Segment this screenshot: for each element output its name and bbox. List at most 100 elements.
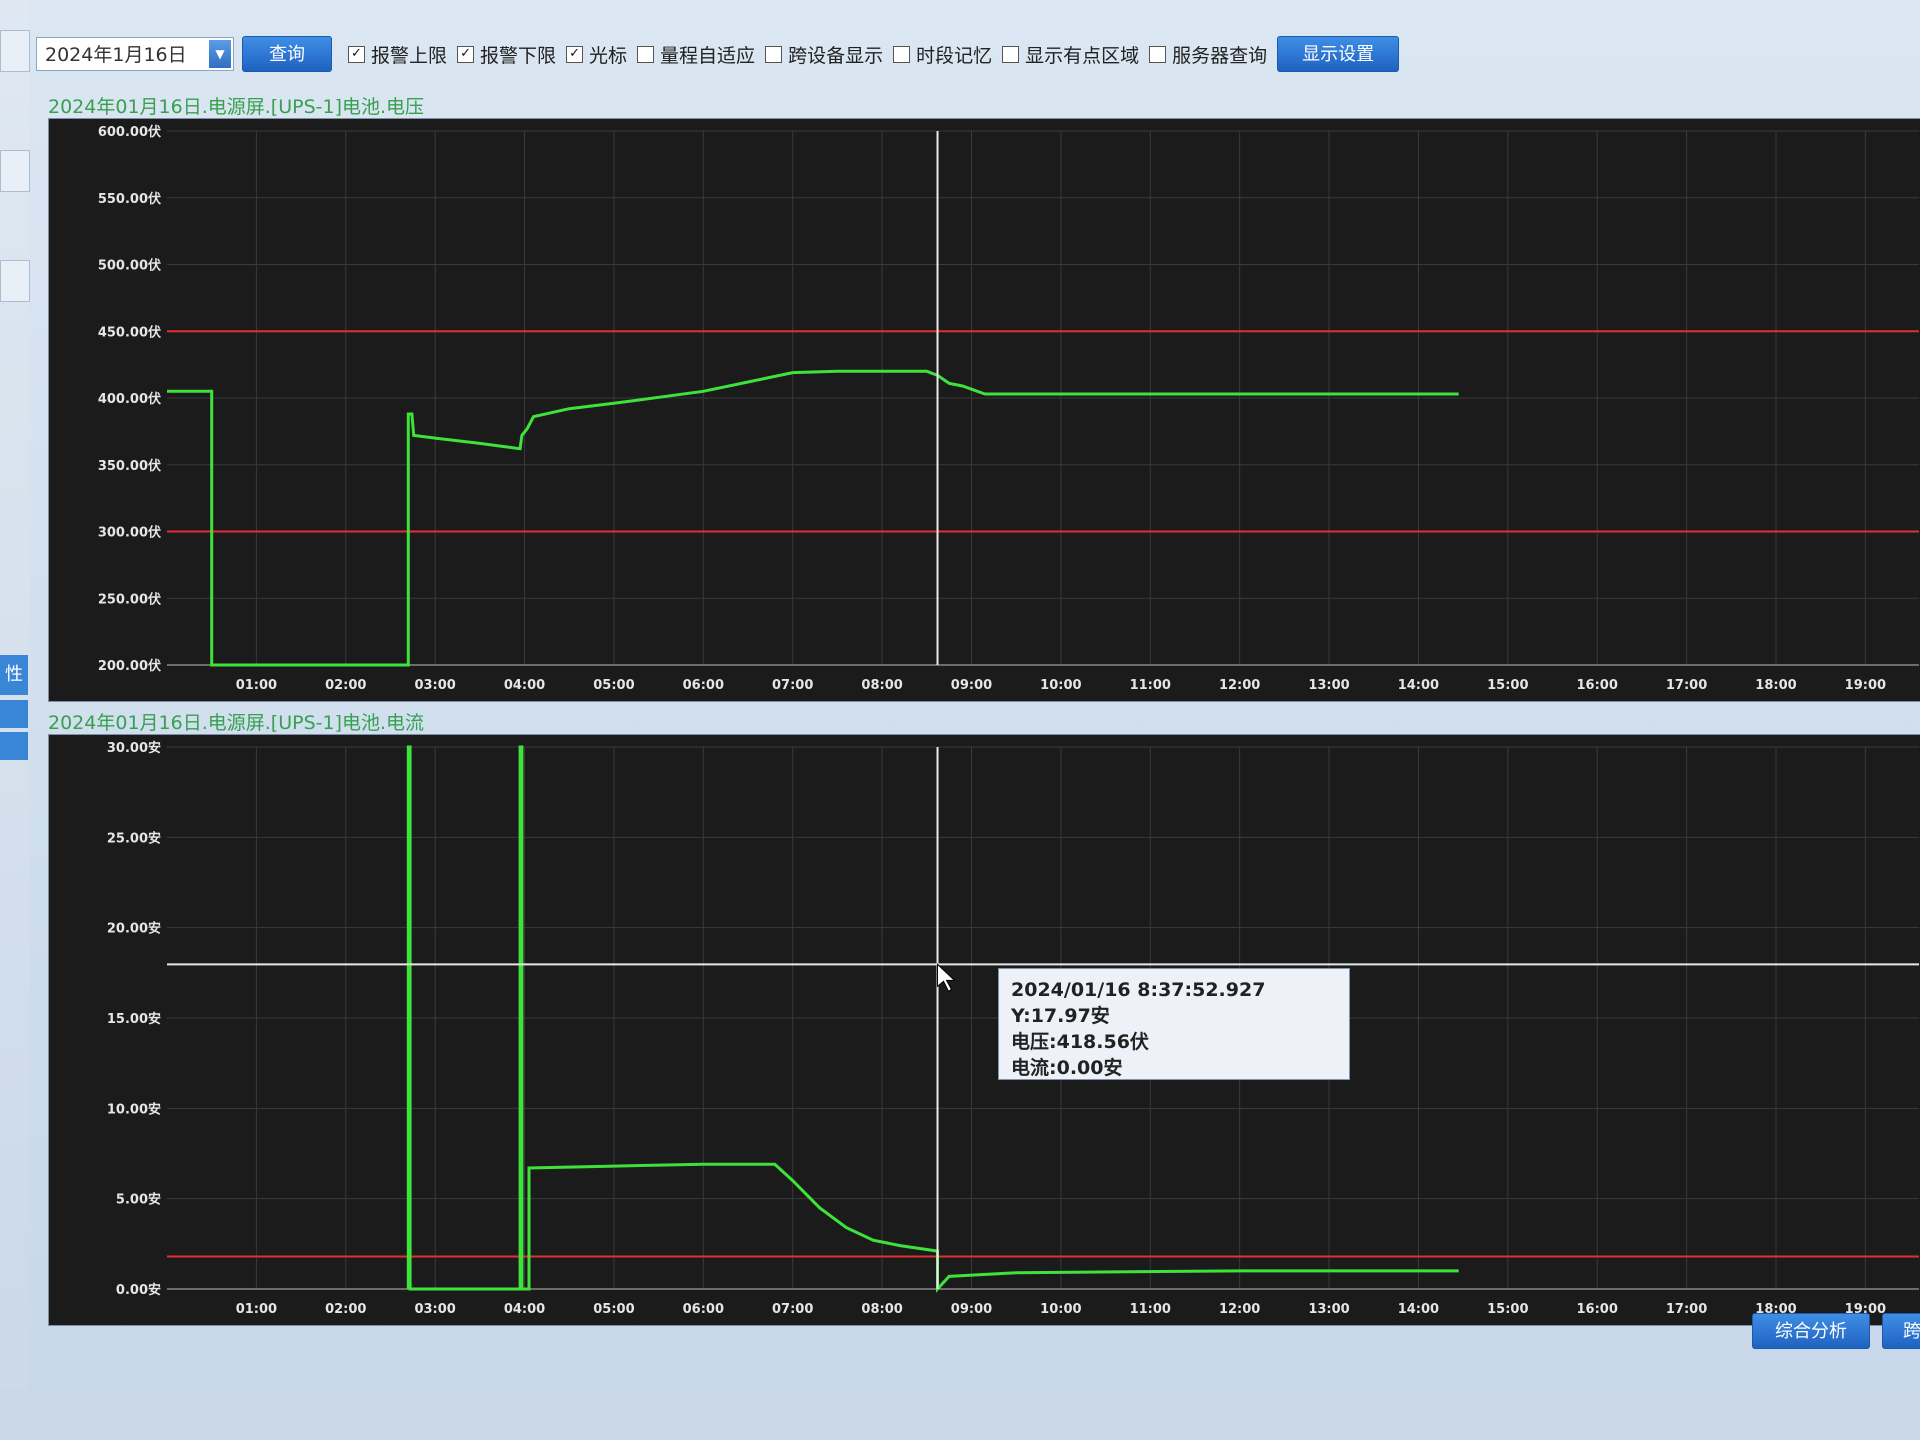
y-tick-label: 400.00伏 [98,391,161,407]
checkbox-label: 光标 [589,44,628,67]
voltage-chart-title: 2024年01月16日.电源屏.[UPS-1]电池.电压 [48,96,425,118]
checkbox-6[interactable]: 显示有点区域 [1002,41,1139,68]
chart-svg: 01:00 02:00 03:00 04:00 05:00 06:00 07:00 08:00… [98,124,1919,693]
x-tick-label: 14:00 [1398,1302,1439,1317]
main-frame: 2024年1月16日 ▼ 查询 ✓ 报警上限 ✓ 报警下限 ✓ 光标 量程自适应 跨设备显示 时… [30,0,1920,1390]
sidebar-tab[interactable] [0,150,30,192]
cursor-tooltip: 2024/01/16 8:37:52.927 Y:17.97安 电压:418.5… [998,968,1350,1080]
toolbar: 2024年1月16日 ▼ 查询 ✓ 报警上限 ✓ 报警下限 ✓ 光标 量程自适应 跨设备显示 时… [36,34,1916,74]
x-tick-label: 07:00 [772,1302,813,1317]
x-tick-label: 06:00 [683,678,724,693]
y-tick-label: 5.00安 [116,1192,161,1208]
checkbox-unchecked-icon[interactable] [637,45,655,63]
x-tick-label: 01:00 [236,678,277,693]
checkbox-1[interactable]: ✓ 报警下限 [457,41,556,68]
chevron-down-icon[interactable]: ▼ [209,40,231,68]
x-tick-label: 15:00 [1487,1302,1528,1317]
current-chart-title: 2024年01月16日.电源屏.[UPS-1]电池.电流 [48,712,425,734]
x-tick-label: 07:00 [772,678,813,693]
checkbox-label: 报警下限 [480,44,557,67]
checkbox-unchecked-icon[interactable] [893,45,911,63]
y-tick-label: 10.00安 [107,1101,161,1117]
sidebar-tab-label: 性 [5,664,23,685]
x-tick-label: 13:00 [1308,1302,1349,1317]
current-chart[interactable]: 01:00 02:00 03:00 04:00 05:00 06:00 07:00 08:00… [48,734,1920,1326]
sidebar-tab[interactable] [0,260,30,302]
x-tick-label: 03:00 [414,1302,455,1317]
y-tick-label: 600.00伏 [98,124,161,140]
checkbox-4[interactable]: 跨设备显示 [765,41,883,68]
checkbox-label: 量程自适应 [660,44,756,67]
y-tick-label: 550.00伏 [98,191,161,207]
x-tick-label: 08:00 [861,1302,902,1317]
checkbox-3[interactable]: 量程自适应 [637,41,755,68]
query-button[interactable]: 查询 [242,36,332,72]
y-tick-label: 15.00安 [107,1011,161,1027]
checkbox-0[interactable]: ✓ 报警上限 [348,41,447,68]
display-settings-button[interactable]: 显示设置 [1277,36,1400,72]
y-tick-label: 20.00安 [107,921,161,937]
comprehensive-analysis-button[interactable]: 综合分析 [1752,1313,1870,1349]
y-tick-label: 250.00伏 [98,591,161,607]
checkbox-label: 跨设备显示 [788,44,884,67]
checkbox-label: 服务器查询 [1172,44,1268,67]
x-tick-label: 09:00 [951,1302,992,1317]
mouse-pointer-icon [937,963,956,993]
voltage-chart[interactable]: 01:00 02:00 03:00 04:00 05:00 06:00 07:00 08:00… [48,118,1920,702]
y-tick-label: 25.00安 [107,830,161,846]
x-tick-label: 03:00 [414,678,455,693]
x-tick-label: 19:00 [1845,678,1886,693]
sidebar-tab[interactable] [0,30,30,72]
y-tick-label: 30.00安 [107,740,161,756]
checkbox-5[interactable]: 时段记忆 [893,41,992,68]
sidebar-property-tab[interactable]: 性 [0,655,28,695]
checkbox-unchecked-icon[interactable] [1002,45,1020,63]
checkbox-unchecked-icon[interactable] [1149,45,1167,63]
y-tick-label: 0.00安 [116,1282,161,1298]
checkbox-unchecked-icon[interactable] [765,45,783,63]
x-tick-label: 14:00 [1398,678,1439,693]
x-tick-label: 02:00 [325,1302,366,1317]
x-tick-label: 09:00 [951,678,992,693]
x-tick-label: 06:00 [683,1302,724,1317]
x-tick-label: 12:00 [1219,678,1260,693]
x-tick-label: 13:00 [1308,678,1349,693]
x-tick-label: 05:00 [593,1302,634,1317]
y-tick-label: 500.00伏 [98,258,161,274]
x-tick-label: 10:00 [1040,1302,1081,1317]
y-tick-label: 350.00伏 [98,458,161,474]
x-tick-label: 15:00 [1487,678,1528,693]
checkbox-7[interactable]: 服务器查询 [1149,41,1267,68]
tooltip-time-line: 2024/01/16 8:37:52.927 Y:17.97安 [1011,979,1266,1027]
sidebar-item[interactable] [0,732,28,760]
x-tick-label: 18:00 [1755,678,1796,693]
x-tick-label: 10:00 [1040,678,1081,693]
x-tick-label: 12:00 [1219,1302,1260,1317]
checkbox-checked-icon[interactable]: ✓ [457,45,475,63]
checkbox-checked-icon[interactable]: ✓ [348,45,365,63]
checkbox-2[interactable]: ✓ 光标 [566,41,627,68]
sidebar-item[interactable] [0,700,28,728]
x-tick-label: 04:00 [504,678,545,693]
x-tick-label: 08:00 [861,678,902,693]
y-tick-label: 200.00伏 [98,658,161,674]
cross-device-button[interactable]: 跨 [1882,1313,1920,1349]
checkbox-label: 显示有点区域 [1025,44,1140,67]
y-tick-label: 450.00伏 [98,324,161,340]
x-tick-label: 01:00 [236,1302,277,1317]
y-tick-label: 300.00伏 [98,525,161,541]
x-tick-label: 11:00 [1130,678,1171,693]
chart-svg: 01:00 02:00 03:00 04:00 05:00 06:00 07:00 08:00… [107,740,1919,1317]
x-tick-label: 11:00 [1130,1302,1171,1317]
left-sidebar: 性 [0,0,31,1390]
x-tick-label: 05:00 [593,678,634,693]
checkbox-checked-icon[interactable]: ✓ [566,45,584,63]
tooltip-current-line: 电流:0.00安 [1011,1057,1123,1079]
date-picker[interactable]: 2024年1月16日 ▼ [36,37,234,71]
tooltip-voltage-line: 电压:418.56伏 [1011,1031,1149,1053]
checkbox-label: 报警上限 [371,44,448,67]
checkbox-label: 时段记忆 [916,44,993,67]
x-tick-label: 02:00 [325,678,366,693]
x-tick-label: 16:00 [1577,678,1618,693]
x-tick-label: 17:00 [1666,1302,1707,1317]
